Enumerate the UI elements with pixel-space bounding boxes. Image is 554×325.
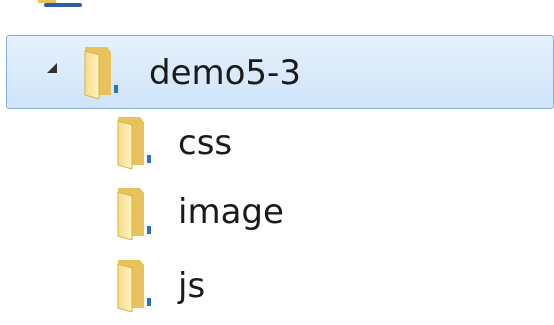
folder-tree: demo5-3 css image js [0, 0, 554, 325]
expanded-arrow-icon[interactable] [47, 63, 57, 73]
tree-item-label: image [178, 192, 284, 232]
folder-icon [117, 188, 151, 240]
folder-icon [117, 117, 151, 169]
folder-icon [38, 0, 82, 7]
tree-item-label: demo5-3 [149, 53, 301, 93]
tree-item-css[interactable]: css [0, 105, 554, 179]
folder-icon [117, 260, 151, 312]
tree-item-js[interactable]: js [0, 250, 554, 324]
tree-item-demo5-3[interactable]: demo5-3 [6, 35, 554, 109]
tree-item-image[interactable]: image [0, 178, 554, 252]
folder-icon [84, 47, 118, 99]
tree-item-label: js [178, 266, 206, 306]
tree-item-label: css [178, 123, 233, 163]
partial-tree-item[interactable] [32, 0, 92, 12]
